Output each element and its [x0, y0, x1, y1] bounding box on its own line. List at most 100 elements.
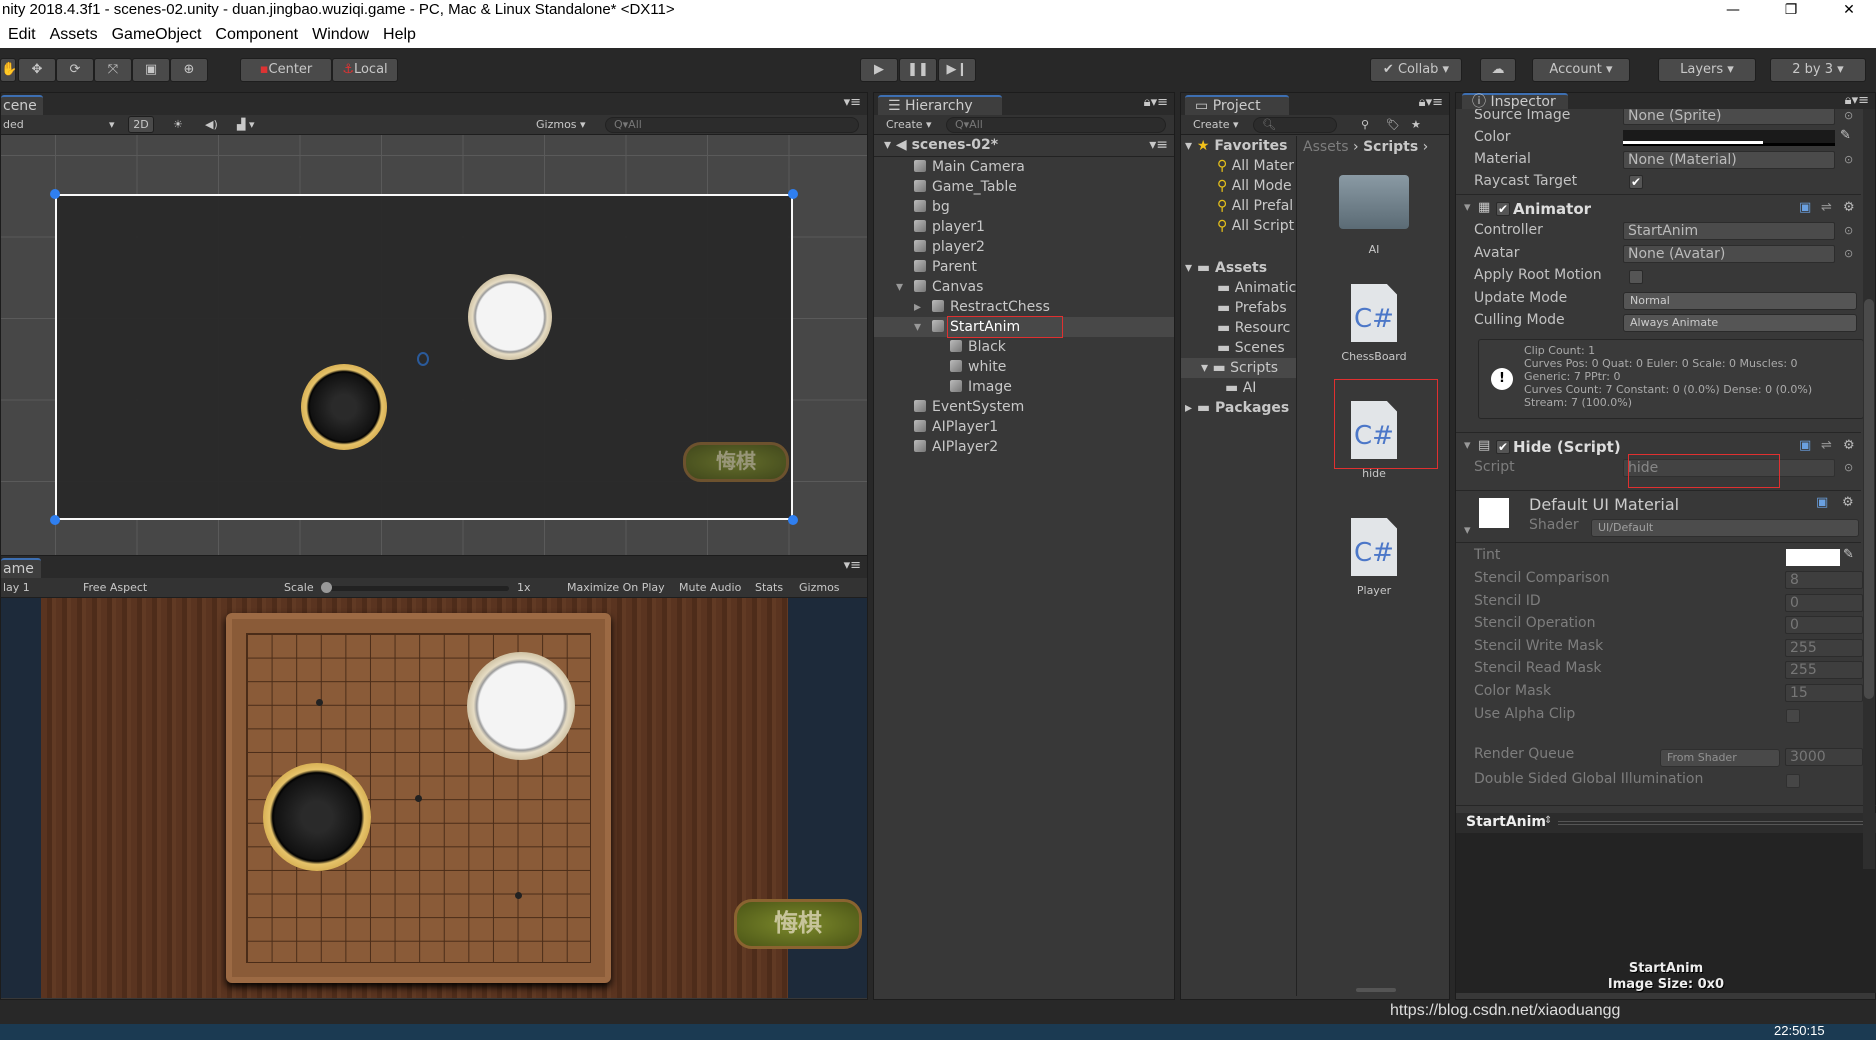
panel-menu-icon[interactable]: ▾≡ — [844, 95, 861, 110]
white-stone-bowl[interactable] — [468, 274, 552, 360]
hierarchy-search-input[interactable]: Q▾All — [946, 117, 1166, 133]
hierarchy-item[interactable]: ▾ Canvas — [874, 277, 1174, 297]
scene-menu-icon[interactable]: ▾≡ — [1149, 135, 1168, 155]
hierarchy-item[interactable]: Black — [874, 337, 1174, 357]
hierarchy-item[interactable]: white — [874, 357, 1174, 377]
hierarchy-item[interactable]: bg — [874, 197, 1174, 217]
create-dropdown[interactable]: Create ▾ — [1193, 115, 1239, 135]
object-picker-icon[interactable]: ⊙ — [1844, 247, 1853, 260]
render-queue-field[interactable]: 3000 — [1785, 748, 1863, 766]
effects-toggle-icon[interactable]: ▟ ▾ — [237, 115, 254, 135]
favorite-search[interactable]: ⚲ All Mater — [1181, 156, 1296, 176]
foldout-arrow-icon[interactable]: ▾ — [1464, 438, 1471, 453]
hand-tool-icon[interactable]: ✋ — [0, 58, 17, 82]
lock-icon[interactable]: 🔒︎▾≡ — [1845, 93, 1869, 108]
raycast-target-checkbox[interactable]: ✔ — [1629, 175, 1643, 189]
game-viewport[interactable]: 悔棋 — [1, 598, 867, 998]
menu-gameobject[interactable]: GameObject — [112, 22, 202, 48]
material-property-field[interactable]: 0 — [1785, 593, 1863, 612]
folder-ai[interactable]: ▬ AI — [1181, 378, 1296, 398]
undo-button[interactable]: 悔棋 — [734, 899, 862, 949]
controller-field[interactable]: StartAnim — [1623, 222, 1835, 240]
render-queue-dropdown[interactable]: From Shader — [1660, 749, 1780, 767]
asset-item[interactable]: C# hide — [1298, 379, 1450, 508]
anchor-handle[interactable] — [788, 189, 798, 199]
eyedropper-icon[interactable]: ✎ — [1840, 128, 1851, 143]
transform-tool-icon[interactable]: ⊕ — [170, 58, 208, 82]
object-picker-icon[interactable]: ⊙ — [1844, 109, 1853, 122]
expand-arrow-icon[interactable]: ▸ — [914, 297, 932, 317]
double-sided-gi-checkbox[interactable] — [1786, 774, 1800, 788]
gear-icon[interactable]: ⚙ — [1843, 438, 1855, 453]
display-dropdown[interactable]: lay 1 — [3, 578, 30, 598]
scale-slider-handle[interactable] — [321, 582, 332, 593]
packages-node[interactable]: ▸ ▬ Packages — [1181, 398, 1296, 418]
gear-icon[interactable]: ⚙ — [1842, 495, 1854, 510]
collab-dropdown[interactable]: ✔ Collab ▾ — [1370, 58, 1462, 82]
asset-item[interactable]: C# ChessBoard — [1298, 276, 1450, 391]
undo-button[interactable]: 悔棋 — [683, 442, 789, 482]
layout-dropdown[interactable]: 2 by 3 ▾ — [1770, 58, 1866, 82]
asset-folder[interactable]: ▬ Resourc — [1181, 318, 1296, 338]
favorite-search[interactable]: ⚲ All Mode — [1181, 176, 1296, 196]
help-icon[interactable]: ▣ — [1799, 438, 1811, 453]
step-button[interactable]: ▶❙ — [938, 58, 976, 82]
breadcrumb-assets[interactable]: Assets — [1303, 139, 1349, 155]
preview-object-dropdown[interactable]: StartAnim — [1466, 814, 1546, 830]
minimize-button[interactable]: — — [1710, 0, 1756, 22]
source-image-field[interactable]: None (Sprite) — [1623, 107, 1835, 125]
asset-folder[interactable]: ▾ ▬ Scripts — [1181, 358, 1296, 378]
maximize-on-play-toggle[interactable]: Maximize On Play — [567, 578, 665, 598]
menu-assets[interactable]: Assets — [50, 22, 98, 48]
tab-hierarchy[interactable]: ☰ Hierarchy — [878, 95, 1002, 115]
gizmos-dropdown[interactable]: Gizmos — [799, 578, 840, 598]
aspect-dropdown[interactable]: Free Aspect — [83, 578, 147, 598]
material-property-field[interactable]: 255 — [1785, 661, 1863, 680]
preset-icon[interactable]: ⇌ — [1821, 200, 1832, 215]
material-property-field[interactable]: 255 — [1785, 638, 1863, 657]
maximize-button[interactable]: ❐ — [1768, 0, 1814, 22]
avatar-field[interactable]: None (Avatar) — [1623, 245, 1835, 263]
tab-game[interactable]: ame — [1, 558, 41, 578]
gear-icon[interactable]: ⚙ — [1843, 200, 1855, 215]
scrollbar-thumb[interactable] — [1864, 299, 1874, 699]
black-stone-bowl[interactable] — [301, 364, 387, 450]
tint-color-field[interactable] — [1786, 549, 1840, 566]
component-enabled-checkbox[interactable]: ✔ — [1496, 202, 1510, 216]
asset-item[interactable]: C# Player — [1298, 510, 1450, 625]
layers-dropdown[interactable]: Layers ▾ — [1658, 58, 1756, 82]
hierarchy-item[interactable]: player2 — [874, 237, 1174, 257]
breadcrumb-scripts[interactable]: Scripts — [1363, 139, 1418, 155]
move-tool-icon[interactable]: ✥ — [18, 58, 56, 82]
hierarchy-item[interactable]: Main Camera — [874, 157, 1174, 177]
component-enabled-checkbox[interactable]: ✔ — [1496, 440, 1510, 454]
shader-dropdown[interactable]: UI/Default — [1591, 519, 1859, 537]
menu-edit[interactable]: Edit — [8, 22, 36, 48]
scale-slider[interactable] — [323, 586, 509, 591]
preview-resize-handle[interactable] — [1558, 821, 1868, 825]
play-button[interactable]: ▶ — [860, 58, 898, 82]
stats-toggle[interactable]: Stats — [755, 578, 783, 598]
menu-window[interactable]: Window — [312, 22, 369, 48]
shading-mode-dropdown[interactable]: ded — [3, 115, 24, 135]
mute-audio-toggle[interactable]: Mute Audio — [679, 578, 741, 598]
pivot-center-button[interactable]: ▪Center — [240, 58, 332, 82]
foldout-arrow-icon[interactable]: ▾ — [1464, 200, 1471, 215]
expand-arrow-icon[interactable]: ▾ — [914, 317, 932, 337]
lock-icon[interactable]: 🔒︎▾≡ — [1144, 95, 1168, 110]
menu-help[interactable]: Help — [383, 22, 416, 48]
tab-scene[interactable]: cene — [1, 95, 43, 115]
favorites-node[interactable]: ▾ ★ Favorites — [1181, 136, 1296, 156]
object-picker-icon[interactable]: ⊙ — [1844, 461, 1853, 474]
inspector-scrollbar[interactable] — [1863, 109, 1875, 869]
favorite-star-icon[interactable]: ★ — [1411, 115, 1421, 135]
scene-search-input[interactable]: Q▾All — [605, 117, 859, 133]
hierarchy-item[interactable]: Image — [874, 377, 1174, 397]
foldout-arrow-icon[interactable]: ▾ — [1464, 523, 1471, 538]
material-field[interactable]: None (Material) — [1623, 151, 1835, 169]
icon-size-slider[interactable] — [1356, 988, 1396, 992]
asset-item[interactable]: AI — [1298, 159, 1450, 274]
close-button[interactable]: ✕ — [1826, 0, 1872, 22]
material-property-field[interactable]: 8 — [1785, 571, 1863, 589]
lock-icon[interactable]: 🔒︎▾≡ — [1419, 95, 1443, 110]
